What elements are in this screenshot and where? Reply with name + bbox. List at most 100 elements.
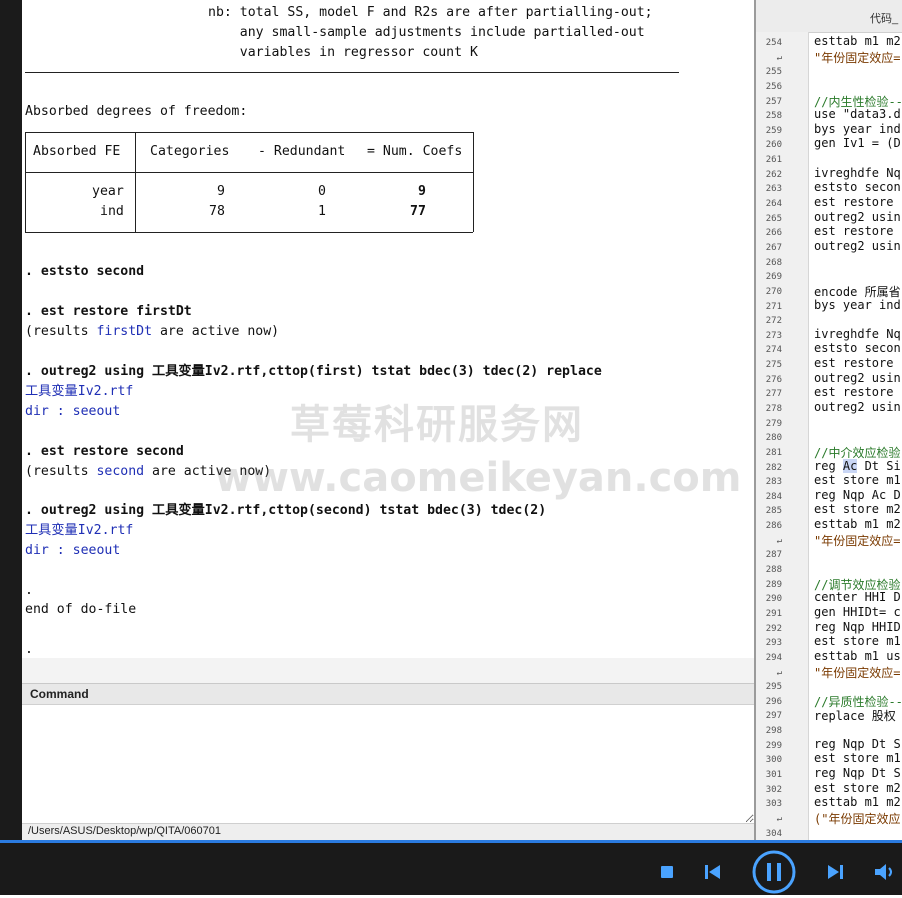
code-line[interactable]: est restore [814,224,893,238]
row-year-fe: year [92,184,124,199]
line-number: 286 [765,521,782,532]
watermark-cn: 草莓科研服务网 [290,402,584,448]
line-number: 277 [765,389,782,400]
line-number: 303 [765,799,782,810]
end-of-do-file: end of do-file [25,602,137,617]
working-directory: /Users/ASUS/Desktop/wp/QITA/060701 [28,825,221,837]
code-line[interactable]: outreg2 usin [814,210,901,224]
line-number: 299 [765,740,782,751]
code-line[interactable]: "年份固定效应= [814,532,900,549]
line-number: 282 [765,462,782,473]
line-number: 273 [765,330,782,341]
code-line[interactable]: center HHI D [814,590,901,604]
code-line[interactable]: esttab m1 us [814,649,901,663]
code-line[interactable]: bys year ind [814,298,901,312]
command-title: Command [30,687,89,701]
row-year-redundant: 0 [318,184,326,199]
line-number: 266 [765,228,782,239]
code-line[interactable]: eststo secon [814,180,901,194]
cmd-outreg-second: . outreg2 using 工具变量Iv2.rtf,cttop(second… [25,503,547,518]
do-file-editor[interactable]: 代码_ 254 ↵ 255 256 257 258 259 260 261 262 263 264 26… [756,0,902,840]
note-line-3: variables in regressor count K [208,45,478,60]
row-ind-redundant: 1 [318,204,326,219]
line-number: 259 [765,125,782,136]
code-line[interactable]: reg Nqp Dt S [814,737,901,751]
line-number: 260 [765,140,782,151]
player-progress-bar[interactable] [0,840,902,843]
line-number: 271 [765,301,782,312]
seeout-link-1[interactable]: seeout [73,404,121,419]
line-number: 300 [765,755,782,766]
line-number: 280 [765,433,782,444]
line-number: 254 [765,38,782,48]
separator-line [25,72,679,73]
code-line[interactable]: "年份固定效应= [814,49,900,66]
highlighted-token: Ac [842,458,858,473]
line-number: 296 [765,696,782,707]
previous-icon[interactable] [704,864,722,884]
line-number: 256 [765,81,782,92]
code-line[interactable]: reg Nqp Ac D [814,488,901,502]
code-line[interactable]: reg Nqp Dt S [814,766,901,780]
code-line[interactable]: est store m2 [814,781,901,795]
th-redundant: - Redundant [258,144,346,159]
next-icon[interactable] [826,864,844,884]
code-line[interactable]: ivreghdfe Nq [814,327,901,341]
line-number: 270 [765,286,782,297]
line-number: 258 [765,111,782,122]
row-ind-categories: 78 [209,204,225,219]
line-number: 262 [765,169,782,180]
code-line[interactable]: ("年份固定效应 [814,810,900,827]
code-line[interactable]: "年份固定效应= [814,664,900,681]
file-link-2[interactable]: 工具变量Iv2.rtf [25,523,133,539]
watermark-url: www.caomeikeyan.com [215,455,742,501]
command-input[interactable] [22,705,754,823]
line-number: 289 [765,579,782,590]
line-number: 255 [765,67,782,78]
code-line[interactable]: outreg2 usin [814,371,901,385]
line-number: 297 [765,711,782,722]
code-line[interactable]: est restore [814,195,893,209]
code-line[interactable]: esttab m1 m2 [814,34,901,48]
command-panel-header: Command [22,683,754,705]
code-line[interactable]: eststo secon [814,341,901,355]
dot-prompt-1: . [25,583,33,598]
code-line[interactable]: est restore [814,385,893,399]
stop-icon[interactable] [660,864,674,883]
code-line[interactable]: bys year ind [814,122,901,136]
code-line[interactable]: est store m2 [814,502,901,516]
code-line[interactable]: est store m1 [814,473,901,487]
line-number: ↵ [776,813,782,824]
firstdt-link[interactable]: firstDt [96,324,152,339]
code-line[interactable]: use "data3.d [814,107,901,121]
results-scroll-area[interactable] [22,658,754,683]
dir-line-1: dir : seeout [25,404,121,419]
line-number: 274 [765,345,782,356]
code-line[interactable]: replace 股权 [814,707,896,724]
code-line[interactable]: est store m1 [814,634,901,648]
seeout-link-2[interactable]: seeout [73,543,121,558]
note-line-1: nb: total SS, model F and R2s are after … [208,5,653,20]
second-link[interactable]: second [96,464,144,479]
code-line[interactable]: reg Ac Dt Si [814,458,901,473]
code-line[interactable]: est restore [814,356,893,370]
code-line[interactable]: reg Nqp HHID [814,620,901,634]
file-link-1[interactable]: 工具变量Iv2.rtf [25,384,133,400]
code-line[interactable]: est store m1 [814,751,901,765]
code-line[interactable]: esttab m1 m2 [814,517,901,531]
window-edge [0,0,22,840]
line-number: 304 [765,828,782,839]
code-line[interactable]: esttab m1 m2 [814,795,901,809]
code-line[interactable]: gen HHIDt= c [814,605,901,619]
volume-icon[interactable] [874,863,898,885]
line-number: 302 [765,784,782,795]
code-line[interactable]: gen Iv1 = (D [814,136,901,150]
code-line[interactable]: ivreghdfe Nq [814,166,901,180]
line-number: 263 [765,184,782,195]
line-number: 279 [765,418,782,429]
code-line[interactable]: outreg2 usin [814,400,901,414]
line-number: 268 [765,257,782,268]
code-line[interactable]: outreg2 usin [814,239,901,253]
editor-tab[interactable]: 代码_ [756,0,902,33]
pause-icon[interactable] [752,850,796,898]
